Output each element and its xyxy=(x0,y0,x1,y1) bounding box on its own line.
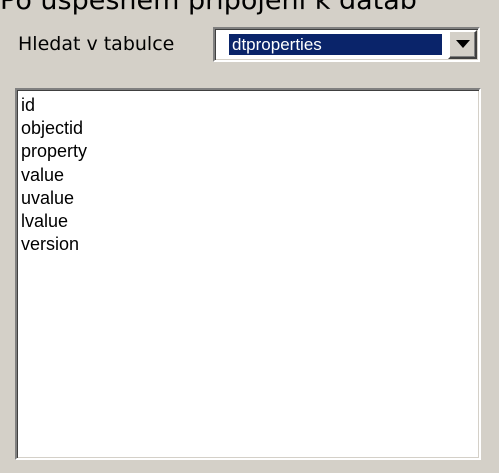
list-item[interactable]: property xyxy=(21,140,479,163)
list-item[interactable]: value xyxy=(21,164,479,187)
chevron-down-icon xyxy=(456,40,470,48)
list-item[interactable]: objectid xyxy=(21,117,479,140)
selected-table-value: dtproperties xyxy=(229,34,442,55)
list-item[interactable]: version xyxy=(21,233,479,256)
search-table-label: Hledat v tabulce xyxy=(18,33,175,55)
table-select[interactable]: dtproperties xyxy=(213,27,480,62)
table-browser-panel: Po úspěšném připojení k datab Hledat v t… xyxy=(0,0,499,473)
page-heading: Po úspěšném připojení k datab xyxy=(0,0,417,16)
list-item[interactable]: lvalue xyxy=(21,210,479,233)
dropdown-button[interactable] xyxy=(448,30,477,59)
columns-list[interactable]: id objectid property value uvalue lvalue… xyxy=(15,88,481,460)
list-item[interactable]: uvalue xyxy=(21,187,479,210)
list-item[interactable]: id xyxy=(21,94,479,117)
